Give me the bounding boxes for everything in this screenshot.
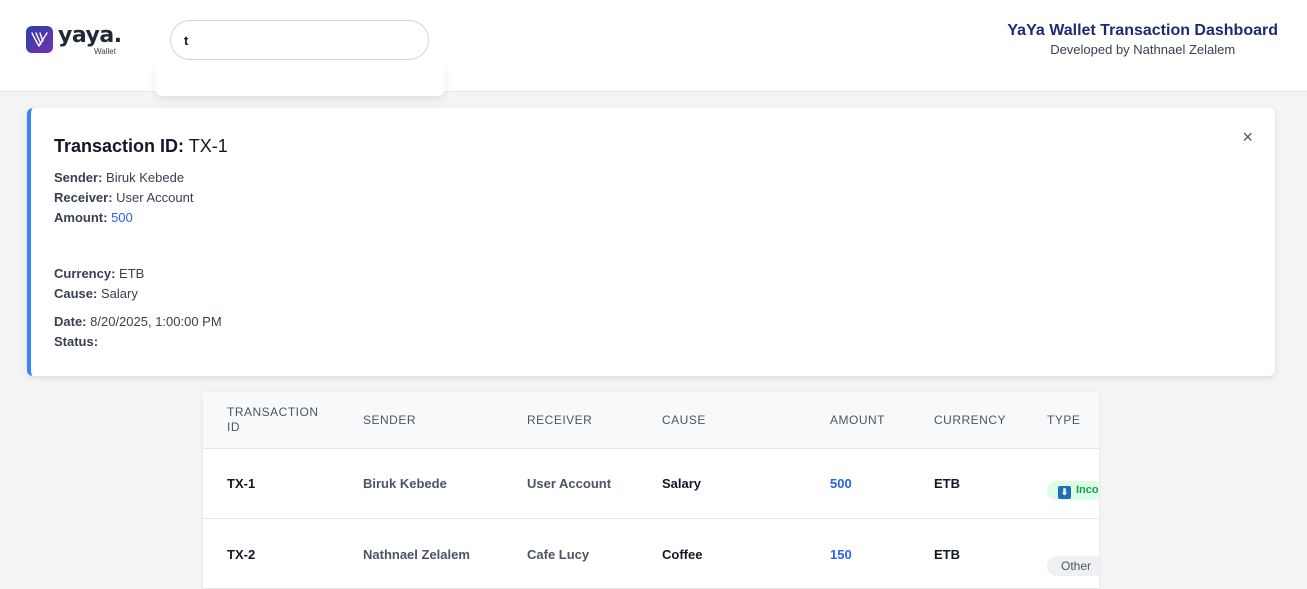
cell-amount: 150 — [830, 547, 852, 562]
detail-date: Date: 8/20/2025, 1:00:00 PM — [54, 312, 222, 332]
column-header-receiver: RECEIVER — [527, 413, 593, 427]
detail-title: Transaction ID: TX-1 — [54, 136, 228, 157]
app-header: yaya. Wallet YaYa Wallet Transaction Das… — [0, 0, 1307, 96]
close-icon[interactable]: × — [1242, 128, 1253, 146]
search-suggestions-dropdown — [155, 62, 445, 96]
table-row[interactable]: TX-1 Biruk Kebede User Account Salary 50… — [203, 449, 1099, 519]
cell-receiver: User Account — [527, 476, 612, 491]
transaction-detail-card: × Transaction ID: TX-1 Sender: Biruk Keb… — [27, 108, 1275, 376]
sender-value: Biruk Kebede — [106, 170, 185, 185]
cell-currency: ETB — [934, 476, 960, 491]
cell-sender: Nathnael Zelalem — [363, 547, 470, 562]
cell-transaction-id: TX-1 — [227, 476, 256, 491]
yaya-logo[interactable]: yaya. Wallet — [26, 23, 126, 58]
cell-amount: 500 — [830, 476, 852, 491]
column-header-amount: AMOUNT — [830, 413, 885, 427]
cell-cause: Salary — [662, 476, 702, 491]
logo-subtext: Wallet — [94, 47, 116, 56]
currency-label: Currency: — [54, 266, 116, 281]
date-label: Date: — [54, 314, 87, 329]
logo-wordmark: yaya. — [58, 23, 122, 48]
status-label: Status: — [54, 334, 99, 349]
dashboard-brand: YaYa Wallet Transaction Dashboard Develo… — [1007, 21, 1278, 60]
arrow-down-icon: ⬇ — [1058, 486, 1071, 499]
amount-value: 500 — [111, 210, 133, 225]
column-header-type: TYPE — [1047, 413, 1081, 427]
detail-status: Status: — [54, 332, 98, 352]
search-input[interactable] — [170, 20, 429, 60]
transactions-table: TRANSACTION ID SENDER RECEIVER CAUSE AMO… — [203, 392, 1099, 589]
detail-sender: Sender: Biruk Kebede — [54, 168, 184, 188]
dashboard-subtitle: Developed by Nathnael Zelalem — [1050, 42, 1236, 57]
type-badge-other: Other — [1047, 556, 1099, 576]
type-badge-incoming: ⬇ Inco — [1047, 481, 1099, 500]
cause-value: Salary — [100, 286, 138, 301]
amount-label: Amount: — [54, 210, 108, 225]
column-header-cause: CAUSE — [662, 413, 706, 427]
detail-amount: Amount: 500 — [54, 208, 133, 228]
detail-title-value: TX-1 — [188, 136, 228, 156]
detail-currency: Currency: ETB — [54, 264, 144, 284]
sender-label: Sender: — [54, 170, 103, 185]
cell-currency: ETB — [934, 547, 960, 562]
detail-title-label: Transaction ID: — [54, 136, 185, 156]
table-header: TRANSACTION ID SENDER RECEIVER CAUSE AMO… — [203, 392, 1099, 449]
cell-receiver: Cafe Lucy — [527, 547, 590, 562]
column-header-currency: CURRENCY — [934, 413, 1007, 427]
receiver-value: User Account — [116, 190, 194, 205]
date-value: 8/20/2025, 1:00:00 PM — [90, 314, 222, 329]
dashboard-title: YaYa Wallet Transaction Dashboard — [1007, 22, 1278, 39]
type-badge-label: Inco — [1076, 484, 1099, 496]
column-header-sender: SENDER — [363, 413, 417, 427]
cell-transaction-id: TX-2 — [227, 547, 256, 562]
cause-label: Cause: — [54, 286, 98, 301]
table-row[interactable]: TX-2 Nathnael Zelalem Cafe Lucy Coffee 1… — [203, 519, 1099, 589]
currency-value: ETB — [119, 266, 145, 281]
receiver-label: Receiver: — [54, 190, 113, 205]
detail-receiver: Receiver: User Account — [54, 188, 194, 208]
cell-cause: Coffee — [662, 547, 703, 562]
column-header-transaction-id: TRANSACTION ID — [227, 405, 319, 434]
cell-sender: Biruk Kebede — [363, 476, 447, 491]
yaya-logo-icon — [26, 26, 53, 53]
detail-cause: Cause: Salary — [54, 284, 138, 304]
